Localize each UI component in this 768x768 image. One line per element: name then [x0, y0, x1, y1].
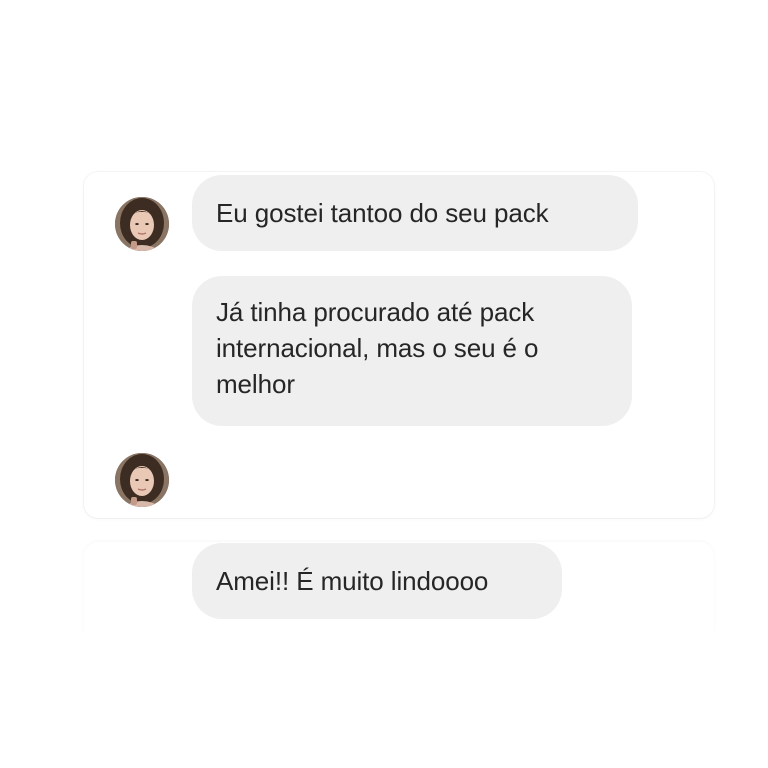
sender-avatar[interactable] — [115, 197, 169, 251]
message-bubble[interactable]: Já tinha procurado até pack internaciona… — [192, 276, 632, 426]
message-text: Amei!! É muito lindoooo — [216, 566, 489, 596]
typing-avatar[interactable] — [115, 453, 169, 507]
avatar-photo-icon — [115, 197, 169, 251]
message-bubble[interactable]: Amei!! É muito lindoooo — [192, 543, 562, 619]
message-text: Já tinha procurado até pack internaciona… — [216, 297, 539, 399]
message-bubble[interactable]: Eu gostei tantoo do seu pack — [192, 175, 638, 251]
avatar-photo-icon — [115, 453, 169, 507]
message-text: Eu gostei tantoo do seu pack — [216, 198, 549, 228]
